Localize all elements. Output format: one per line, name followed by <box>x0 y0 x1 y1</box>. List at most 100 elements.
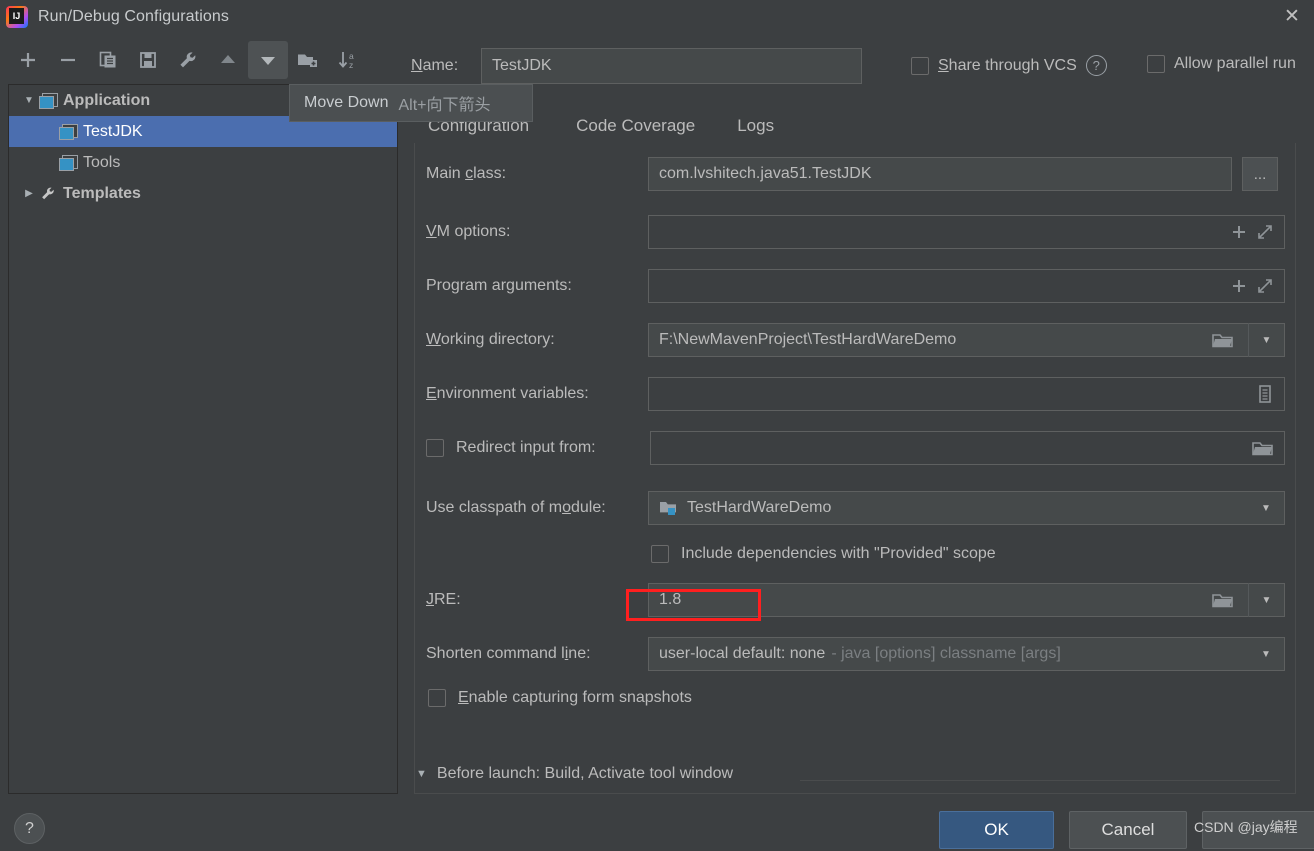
copy-configuration-button[interactable] <box>88 41 128 79</box>
save-configuration-button[interactable] <box>128 41 168 79</box>
tooltip-shortcut: Alt+向下箭头 <box>398 97 491 114</box>
application-icon <box>59 154 78 171</box>
share-through-vcs-label: Share through VCS <box>938 56 1077 74</box>
tooltip-label: Move Down <box>304 94 389 111</box>
environment-variables-label-row: Environment variables: <box>426 385 589 403</box>
plus-icon[interactable] <box>1230 277 1248 295</box>
expand-icon[interactable] <box>1256 223 1274 241</box>
move-up-button[interactable] <box>208 41 248 79</box>
move-down-tooltip: Move Down Alt+向下箭头 <box>289 84 533 122</box>
environment-variables-input[interactable] <box>648 377 1285 411</box>
use-classpath-of-module-label: Use classpath of module: <box>426 499 606 516</box>
allow-parallel-run-checkbox[interactable] <box>1147 55 1165 73</box>
jre-label-row: JRE: <box>426 591 461 609</box>
tree-item-tools[interactable]: Tools <box>9 147 397 178</box>
use-classpath-of-module-select[interactable]: TestHardWareDemo ▼ <box>648 491 1285 525</box>
vm-options-label: VM options: <box>426 223 511 240</box>
cancel-button[interactable]: Cancel <box>1069 811 1187 849</box>
redirect-input-label: Redirect input from: <box>456 439 596 456</box>
configurations-tree[interactable]: ▼ Application TestJDK Tools ▶ Templates <box>8 84 398 794</box>
enable-capturing-label: Enable capturing form snapshots <box>458 689 692 706</box>
new-folder-button[interactable] <box>288 41 328 79</box>
tree-item-label: Tools <box>83 153 121 171</box>
chevron-down-icon[interactable]: ▼ <box>1248 583 1284 617</box>
plus-icon <box>21 53 35 67</box>
share-through-vcs-checkbox[interactable] <box>911 56 929 75</box>
run-debug-configurations-dialog: Run/Debug Configurations ✕ <box>0 0 1314 851</box>
arrow-down-icon <box>261 57 275 65</box>
application-icon <box>39 92 58 109</box>
tree-item-label: Templates <box>63 184 141 202</box>
redirect-input-checkbox[interactable] <box>426 439 444 457</box>
vm-options-input[interactable] <box>648 215 1285 249</box>
title-bar: Run/Debug Configurations ✕ <box>0 0 1314 33</box>
allow-parallel-run-row: Allow parallel run <box>1147 55 1296 73</box>
main-class-input[interactable]: com.lvshitech.java51.TestJDK <box>648 157 1232 191</box>
configuration-panel: Main class: com.lvshitech.java51.TestJDK… <box>414 143 1296 794</box>
program-arguments-label: Program arguments: <box>426 277 572 294</box>
module-folder-icon <box>660 502 676 515</box>
help-button[interactable]: ? <box>14 813 45 844</box>
chevron-down-icon[interactable]: ▼ <box>19 95 39 106</box>
folder-icon[interactable] <box>1212 591 1234 609</box>
program-arguments-label-row: Program arguments: <box>426 277 572 295</box>
wrench-icon <box>180 52 196 68</box>
jre-label: JRE: <box>426 591 461 608</box>
working-directory-input[interactable]: F:\NewMavenProject\TestHardWareDemo ▼ <box>648 323 1285 357</box>
vm-options-label-row: VM options: <box>426 223 510 241</box>
name-label-mnemonic: N <box>411 57 423 74</box>
edit-templates-button[interactable] <box>168 41 208 79</box>
add-configuration-button[interactable] <box>8 41 48 79</box>
sort-az-icon: a z <box>338 51 354 70</box>
name-label-rest: ame: <box>422 57 459 74</box>
tab-code-coverage[interactable]: Code Coverage <box>555 108 716 143</box>
ok-button[interactable]: OK <box>939 811 1054 849</box>
expand-icon[interactable] <box>1256 277 1274 295</box>
share-through-vcs-row: Share through VCS ? <box>911 55 1107 76</box>
working-directory-label: Working directory: <box>426 331 555 348</box>
include-provided-label: Include dependencies with "Provided" sco… <box>681 545 996 562</box>
program-arguments-input[interactable] <box>648 269 1285 303</box>
chevron-down-icon[interactable]: ▼ <box>1248 323 1284 357</box>
folder-add-icon <box>298 54 317 67</box>
watermark: CSDN @jay编程 <box>1194 819 1298 835</box>
use-classpath-label-row: Use classpath of module: <box>426 499 606 517</box>
chevron-down-icon[interactable]: ▼ <box>1248 491 1284 525</box>
tab-logs[interactable]: Logs <box>716 108 795 143</box>
before-launch-section[interactable]: ▼ Before launch: Build, Activate tool wi… <box>416 765 733 783</box>
folder-icon[interactable] <box>1252 439 1274 457</box>
tree-item-label: Application <box>63 91 151 109</box>
shorten-command-line-select[interactable]: user-local default: none - java [options… <box>648 637 1285 671</box>
shorten-command-line-label: Shorten command line: <box>426 645 591 662</box>
main-class-label: Main class: <box>426 165 507 182</box>
include-provided-row: Include dependencies with "Provided" sco… <box>651 545 996 563</box>
redirect-input-field[interactable] <box>650 431 1285 465</box>
main-class-label-row: Main class: <box>426 165 506 183</box>
list-edit-icon[interactable] <box>1256 384 1274 404</box>
include-provided-checkbox[interactable] <box>651 545 669 563</box>
chevron-down-icon[interactable]: ▼ <box>1248 637 1284 671</box>
minus-icon <box>61 58 75 62</box>
move-down-button[interactable] <box>248 41 288 79</box>
before-launch-divider <box>800 780 1280 781</box>
name-input[interactable]: TestJDK <box>481 48 862 84</box>
chevron-down-icon[interactable]: ▼ <box>416 768 427 780</box>
remove-configuration-button[interactable] <box>48 41 88 79</box>
enable-capturing-checkbox[interactable] <box>428 689 446 707</box>
chevron-right-icon[interactable]: ▶ <box>19 188 39 199</box>
page-title: Run/Debug Configurations <box>38 7 229 25</box>
environment-variables-label: Environment variables: <box>426 385 589 402</box>
sort-alphabetically-button[interactable]: a z <box>328 41 368 79</box>
shorten-command-line-value: user-local default: none <box>659 645 826 662</box>
main-class-browse-button[interactable]: ... <box>1242 157 1278 191</box>
close-icon[interactable]: ✕ <box>1270 0 1314 33</box>
help-icon[interactable]: ? <box>1085 55 1107 76</box>
tree-item-label: TestJDK <box>83 122 143 140</box>
svg-text:z: z <box>349 60 353 70</box>
working-directory-label-row: Working directory: <box>426 331 555 349</box>
folder-icon[interactable] <box>1212 331 1234 349</box>
tree-item-templates[interactable]: ▶ Templates <box>9 178 397 209</box>
allow-parallel-run-label: Allow parallel run <box>1174 55 1296 72</box>
jre-input[interactable]: 1.8 ▼ <box>648 583 1285 617</box>
plus-icon[interactable] <box>1230 223 1248 241</box>
